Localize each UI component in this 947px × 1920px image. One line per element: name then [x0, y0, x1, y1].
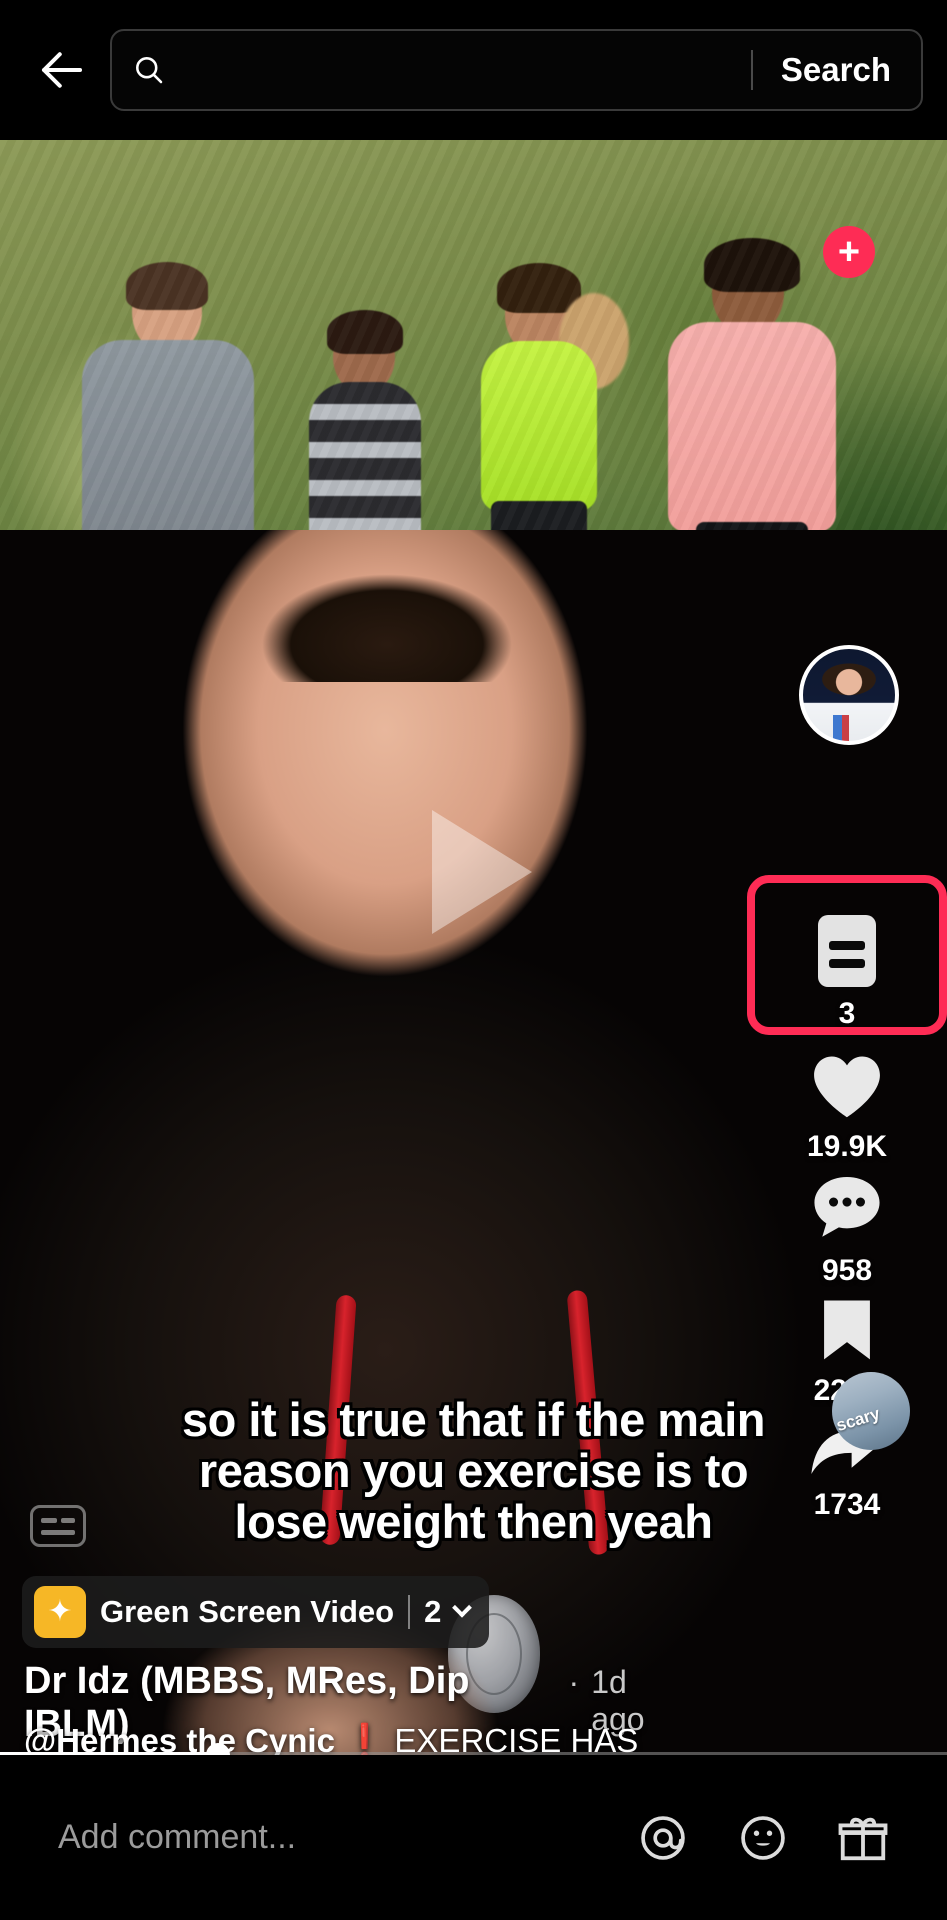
heart-icon [814, 1056, 880, 1118]
at-mention-icon[interactable] [635, 1810, 691, 1866]
search-input[interactable] [186, 53, 745, 87]
closed-caption-icon[interactable] [30, 1505, 86, 1547]
back-button[interactable] [14, 22, 110, 118]
magic-wand-icon: ✦ [34, 1586, 86, 1638]
comment-count: 958 [821, 1254, 873, 1287]
post-separator: · [568, 1664, 580, 1700]
author-avatar-image [799, 645, 899, 745]
share-count: 1734 [813, 1488, 881, 1521]
action-rail: + 3 19.9K 958 1734 scary [747, 140, 947, 1920]
search-divider [750, 50, 753, 90]
search-icon [112, 52, 186, 88]
back-arrow-icon [41, 52, 83, 88]
music-disc-label: scary [834, 1403, 883, 1436]
search-bar[interactable]: Search [110, 29, 923, 111]
play-triangle-icon[interactable] [432, 810, 532, 934]
like-button[interactable]: 19.9K [747, 1050, 947, 1164]
search-button[interactable]: Search [759, 51, 921, 89]
like-count: 19.9K [806, 1130, 888, 1163]
tiktok-video-screen: Search so it is true that if the main re… [0, 0, 947, 1920]
avatar[interactable] [799, 645, 899, 745]
effect-chip[interactable]: ✦ Green Screen Video 2 [22, 1576, 490, 1648]
video-stage[interactable]: so it is true that if the main reason yo… [0, 140, 947, 1920]
follow-button[interactable]: + [823, 226, 875, 278]
playlist-icon [818, 915, 876, 987]
add-comment-input[interactable] [58, 1818, 635, 1857]
comment-icon [814, 1177, 880, 1237]
effect-divider [408, 1595, 411, 1629]
comment-button[interactable]: 958 [747, 1172, 947, 1288]
effect-count: 2 [424, 1594, 442, 1629]
top-search-bar: Search [0, 0, 947, 140]
playlist-button[interactable]: 3 [747, 915, 947, 1031]
subject-hair [232, 532, 542, 682]
chevron-down-icon[interactable] [452, 1597, 473, 1618]
bookmark-icon [824, 1300, 870, 1360]
music-disc[interactable]: scary [832, 1372, 910, 1450]
gift-icon[interactable] [835, 1810, 891, 1866]
playlist-count: 3 [838, 997, 856, 1030]
effect-label: Green Screen Video [100, 1594, 395, 1629]
magic-wand-glyph: ✦ [47, 1595, 73, 1628]
emoji-face-icon[interactable] [735, 1810, 791, 1866]
comment-bar-icons [635, 1810, 891, 1866]
comment-bar [0, 1755, 947, 1920]
